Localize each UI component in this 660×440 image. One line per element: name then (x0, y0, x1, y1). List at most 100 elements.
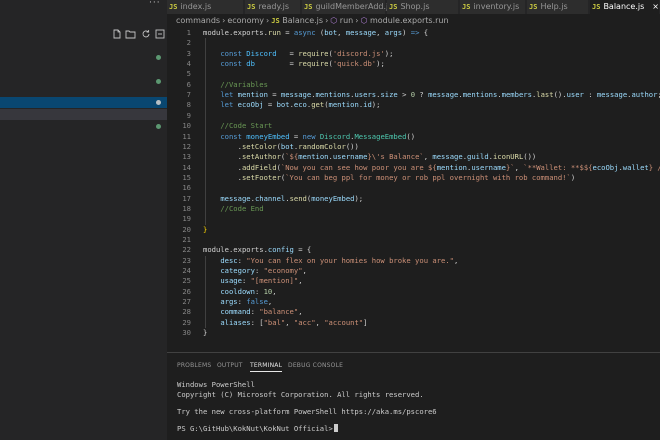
new-folder-icon[interactable] (125, 29, 136, 39)
code-line: 22 module.exports.config = { (167, 245, 660, 255)
tab-label: ready.js (258, 2, 289, 11)
explorer-sidebar: ··· (0, 0, 167, 440)
code-text: .addField(`Now you can see how poor you … (203, 162, 660, 172)
file-status-dot (156, 55, 161, 60)
collapse-all-icon[interactable] (154, 29, 165, 39)
tab-index-js[interactable]: JS index.js (167, 0, 244, 14)
code-line: 12 .setColor(bot.randomColor()) (167, 142, 660, 152)
code-line: 25 usage: "[mention]", (167, 276, 660, 286)
breadcrumb-symbol[interactable]: module.exports.run (370, 16, 449, 25)
code-text: category: "economy", (220, 266, 307, 276)
tab-output[interactable]: OUTPUT (217, 362, 243, 369)
breadcrumb: commands › economy › JS Balance.js › ⬡ run › ⬡ m… (176, 16, 449, 25)
line-number: 6 (186, 79, 191, 89)
code-text: usage: "[mention]", (220, 276, 303, 286)
line-number: 5 (186, 69, 191, 79)
code-line: 27 args: false, (167, 297, 660, 307)
javascript-file-icon: JS (592, 3, 601, 11)
tab-ready-js[interactable]: JS ready.js (245, 0, 301, 14)
line-number: 25 (182, 276, 191, 286)
line-number: 1 (186, 28, 191, 37)
line-number: 10 (182, 121, 191, 131)
indent-guide (205, 255, 206, 329)
code-text: } (203, 328, 208, 338)
tab-help-js[interactable]: JS Help.js (527, 0, 589, 14)
tab-debug-console[interactable]: DEBUG CONSOLE (288, 362, 343, 369)
code-line: 16 (167, 183, 660, 193)
line-number: 8 (186, 100, 191, 110)
tab-problems[interactable]: PROBLEMS (177, 362, 211, 369)
code-line: 20} (167, 225, 660, 235)
code-text: .setAuthor(`${mention.username}\'s Balan… (203, 152, 537, 162)
line-number: 18 (182, 203, 191, 213)
code-text: let ecoObj = bot.eco.get(mention.id); (220, 100, 381, 110)
code-text: .setColor(bot.randomColor()) (203, 141, 359, 151)
code-text: //Code End (220, 203, 264, 213)
tab-label: Shop.js (400, 2, 430, 11)
code-line: 30} (167, 328, 660, 338)
tab-label: Balance.js (603, 2, 645, 11)
indent-guide (205, 38, 206, 225)
tab-label: index.js (180, 2, 212, 11)
breadcrumb-folder[interactable]: commands (176, 16, 220, 25)
new-file-icon[interactable] (111, 29, 122, 39)
tab-guildmemberadd-js[interactable]: JS guildMemberAdd.js (302, 0, 392, 14)
code-text: module.exports.run = async (bot, message… (203, 28, 429, 37)
line-number: 11 (182, 131, 191, 141)
code-text: //Code Start (220, 121, 273, 131)
breadcrumb-file[interactable]: Balance.js (282, 16, 323, 25)
code-text: //Variables (220, 79, 268, 89)
explorer-item-hover[interactable] (0, 109, 167, 120)
editor-tab-bar: JS index.js JS ready.js JS guildMemberAdd.j… (167, 0, 660, 14)
chevron-right-icon: › (325, 16, 329, 25)
code-text: aliases: ["bal", "acc", "account"] (220, 317, 368, 327)
line-number: 16 (182, 183, 191, 193)
line-number: 4 (186, 59, 191, 69)
code-line: 29 aliases: ["bal", "acc", "account"] (167, 318, 660, 328)
code-text: } (203, 224, 208, 234)
line-number: 28 (182, 307, 191, 317)
chevron-right-icon: › (355, 16, 359, 25)
code-line: 26 cooldown: 10, (167, 287, 660, 297)
file-status-dot (156, 124, 161, 129)
code-text: message.channel.send(moneyEmbed); (220, 193, 364, 203)
tab-label: Help.js (540, 2, 568, 11)
terminal-prompt[interactable]: PS G:\GitHub\KokNut\KokNut Official> (177, 424, 338, 433)
javascript-file-icon: JS (462, 3, 471, 11)
code-text: const moneyEmbed = new Discord.MessageEm… (220, 131, 416, 141)
prompt-text: PS G:\GitHub\KokNut\KokNut Official> (177, 424, 333, 433)
tab-shop-js[interactable]: JS Shop.js (387, 0, 459, 14)
file-status-dot (156, 100, 161, 105)
tab-balance-js[interactable]: JS Balance.js × (590, 0, 660, 14)
line-number: 13 (182, 152, 191, 162)
line-number: 29 (182, 317, 191, 327)
terminal-line: Windows PowerShell (177, 380, 255, 389)
code-editor[interactable]: 1 module.exports.run = async (bot, messag… (167, 26, 660, 352)
code-text: .setFooter(`You can beg ppl for money or… (203, 172, 576, 182)
refresh-icon[interactable] (140, 29, 151, 39)
more-actions-icon[interactable]: ··· (149, 0, 161, 8)
code-line: 8 let ecoObj = bot.eco.get(mention.id); (167, 100, 660, 110)
line-number: 17 (182, 193, 191, 203)
line-number: 27 (182, 297, 191, 307)
chevron-right-icon: › (266, 16, 270, 25)
line-number: 9 (186, 110, 191, 120)
breadcrumb-symbol[interactable]: run (340, 16, 353, 25)
code-text: desc: "You can flex on your homies how b… (220, 255, 459, 265)
close-tab-icon[interactable]: × (652, 2, 659, 11)
tab-inventory-js[interactable]: JS inventory.js (460, 0, 526, 14)
code-line: 19 (167, 214, 660, 224)
chevron-right-icon: › (222, 16, 226, 25)
explorer-item-selected[interactable] (0, 97, 167, 108)
line-number: 15 (182, 172, 191, 182)
tab-label: inventory.js (473, 2, 520, 11)
line-number: 22 (182, 245, 191, 255)
code-line: 28 command: "balance", (167, 307, 660, 317)
javascript-file-icon: JS (389, 3, 398, 11)
tab-terminal[interactable]: TERMINAL (250, 362, 283, 372)
line-number: 14 (182, 162, 191, 172)
line-number: 21 (182, 235, 191, 244)
line-number: 19 (182, 214, 191, 224)
sidebar-header (0, 0, 167, 14)
breadcrumb-folder[interactable]: economy (227, 16, 264, 25)
